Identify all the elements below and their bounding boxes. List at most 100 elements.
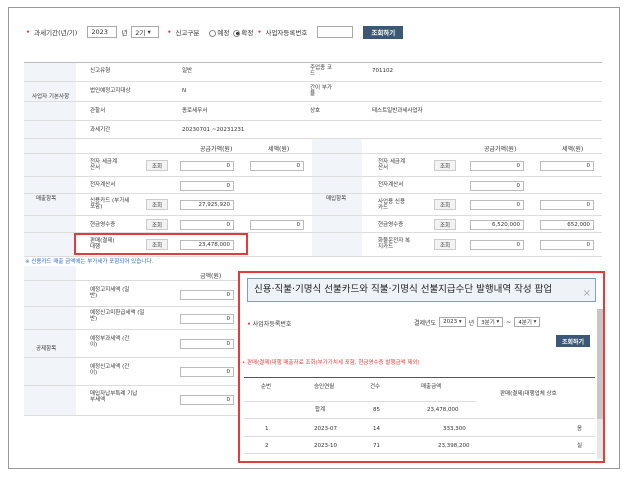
query-button[interactable]: 조회 [434,160,456,171]
row-no: 2 [265,443,269,449]
supply-input[interactable]: 0 [180,181,234,191]
close-icon[interactable]: × [583,283,591,305]
period-label: 과세기간(년/기) [34,29,78,37]
col-header: 매출금액 [421,384,442,390]
deduction-input[interactable]: 0 [180,314,234,324]
term-select[interactable]: 2기 ▾ [131,26,160,38]
col-header: 건수 [370,384,381,390]
popup-search-button[interactable]: 조회하기 [556,335,591,347]
basic-key: 법인예정고지대상 [90,88,131,94]
radio-estimate[interactable]: 예정 [209,27,229,37]
popup-quarter-from[interactable]: 3분기 ▾ [477,317,504,327]
divider [244,401,476,402]
supply-input[interactable]: 0 [470,181,524,191]
supply-input[interactable]: 6,520,000 [470,220,524,230]
sales-label: 전자계산서 [90,182,116,188]
query-button[interactable]: 조회 [434,239,456,250]
supply-input[interactable]: 27,925,920 [180,200,234,210]
basic-key: 관할서 [90,108,106,114]
popup-year-select[interactable]: 2023 ▾ [439,317,466,327]
divider [244,418,595,419]
quarter-sep: ~ [506,318,512,326]
query-button[interactable]: 조회 [434,199,456,210]
row-amount: 333,300 [443,426,466,432]
sales-label: 신용카드 (부가세포함) [90,198,130,210]
popup-filters: 결제년도 2023 ▾ 년 3분기 ▾ ~ 4분기 ▾ [414,317,541,327]
purchase-label: 전자계산서 [378,182,404,188]
basic-row-4 [24,121,602,139]
supply-input[interactable]: 0 [470,161,524,171]
deduction-input[interactable]: 0 [180,395,234,405]
basic-value: 테스트일반과세사업자 [372,108,423,114]
tax-input[interactable]: 0 [540,161,594,171]
divider [244,453,595,454]
tax-input[interactable]: 652,000 [540,220,594,230]
required-dot: • [26,28,31,36]
divider [244,377,595,378]
col-tax: 세액(원) [562,146,584,153]
total-label: 합계 [315,407,326,413]
row-no: 1 [265,426,269,432]
purchase-label: 사업용 신용카드 [378,199,406,211]
col-supply: 공급가액(원) [200,146,233,153]
basic-value: 일반 [182,68,193,74]
deduction-label: 예정부과세액 (간이) [90,336,130,348]
query-button[interactable]: 조회 [146,160,168,171]
basic-key: 간이 부가율 [310,85,332,97]
sales-label: 전자 세금계산서 [90,159,118,171]
required-dot: • [167,28,172,36]
row-name: 응 [577,426,583,432]
row-ym: 2023-10 [314,443,337,449]
bizno-input[interactable] [317,26,354,38]
year-unit: 년 [121,29,128,37]
row-name: 실 [577,443,583,449]
radio-final[interactable]: 확정 [233,27,253,37]
supply-input[interactable]: 0 [470,240,524,250]
deduction-input[interactable]: 0 [180,367,234,377]
card-issue-popup: 신용·직불·기명식 선불카드와 직불·기명식 선불지급수단 발행내역 작성 팝업… [238,271,605,463]
basic-key: 상호 [310,108,321,114]
supply-input[interactable]: 0 [180,161,234,171]
col-amount: 금액(원) [200,273,222,280]
col-tax: 세액(원) [268,146,290,153]
vat-note: ※ 신용카드 매출 금액에는 부가세가 포함되어 있습니다. [25,259,154,265]
deduction-label: 예정신고미환급세액 (일반) [90,310,145,322]
query-button[interactable]: 조회 [434,219,456,230]
basic-value: 종로세무서 [182,108,208,114]
basic-value: N [182,88,187,94]
search-button[interactable]: 조회하기 [363,25,404,39]
basic-value: 20230701 ~20231231 [182,127,245,133]
basic-key: 과세기간 [90,127,111,133]
deduction-label: 예정고지세액 (일반) [90,287,130,299]
basic-key: 주업종 코드 [310,65,332,77]
tax-input[interactable]: 0 [250,220,304,230]
popup-quarter-to[interactable]: 4분기 ▾ [514,317,541,327]
filter-bar: • 과세기간(년/기) 2023 년 2기 ▾ • 신고구분 예정 확정 • 사… [26,25,404,39]
supply-input[interactable]: 0 [180,220,234,230]
report-type-label: 신고구분 [175,29,200,37]
deduction-label: 매입자납부특례 기납부세액 [90,391,138,403]
year-select[interactable]: 2023 [87,26,118,38]
row-count: 14 [373,426,380,432]
purchase-label: 현금영수증 [378,222,404,228]
popup-scroll-thumb[interactable] [597,309,603,419]
year-label: 결제년도 [414,319,437,327]
required-dot: • [257,28,262,36]
popup-title: 신용·직불·기명식 선불카드와 직불·기명식 선불지급수단 발행내역 작성 팝업… [247,278,596,302]
tax-input[interactable]: 0 [540,200,594,210]
deduction-label: 예정신고세액 (간이) [90,364,130,376]
purchase-label: 전자 세금계산서 [378,159,406,171]
query-button[interactable]: 조회 [146,219,168,230]
col-header: 순번 [261,384,272,390]
basic-value: 701102 [372,68,393,74]
query-button[interactable]: 조회 [146,199,168,210]
tax-input[interactable]: 0 [250,161,304,171]
deduction-input[interactable]: 0 [180,339,234,349]
popup-warning: • 판매(결제)대행 매출자료 조회(부가가치세 포함, 현금영수증 발행금액 … [242,360,420,366]
divider [244,436,595,437]
tax-input[interactable]: 0 [540,240,594,250]
sales-label: 현금영수증 [90,222,116,228]
deduction-input[interactable]: 0 [180,290,234,300]
highlight-box [74,233,248,255]
supply-input[interactable]: 0 [470,200,524,210]
